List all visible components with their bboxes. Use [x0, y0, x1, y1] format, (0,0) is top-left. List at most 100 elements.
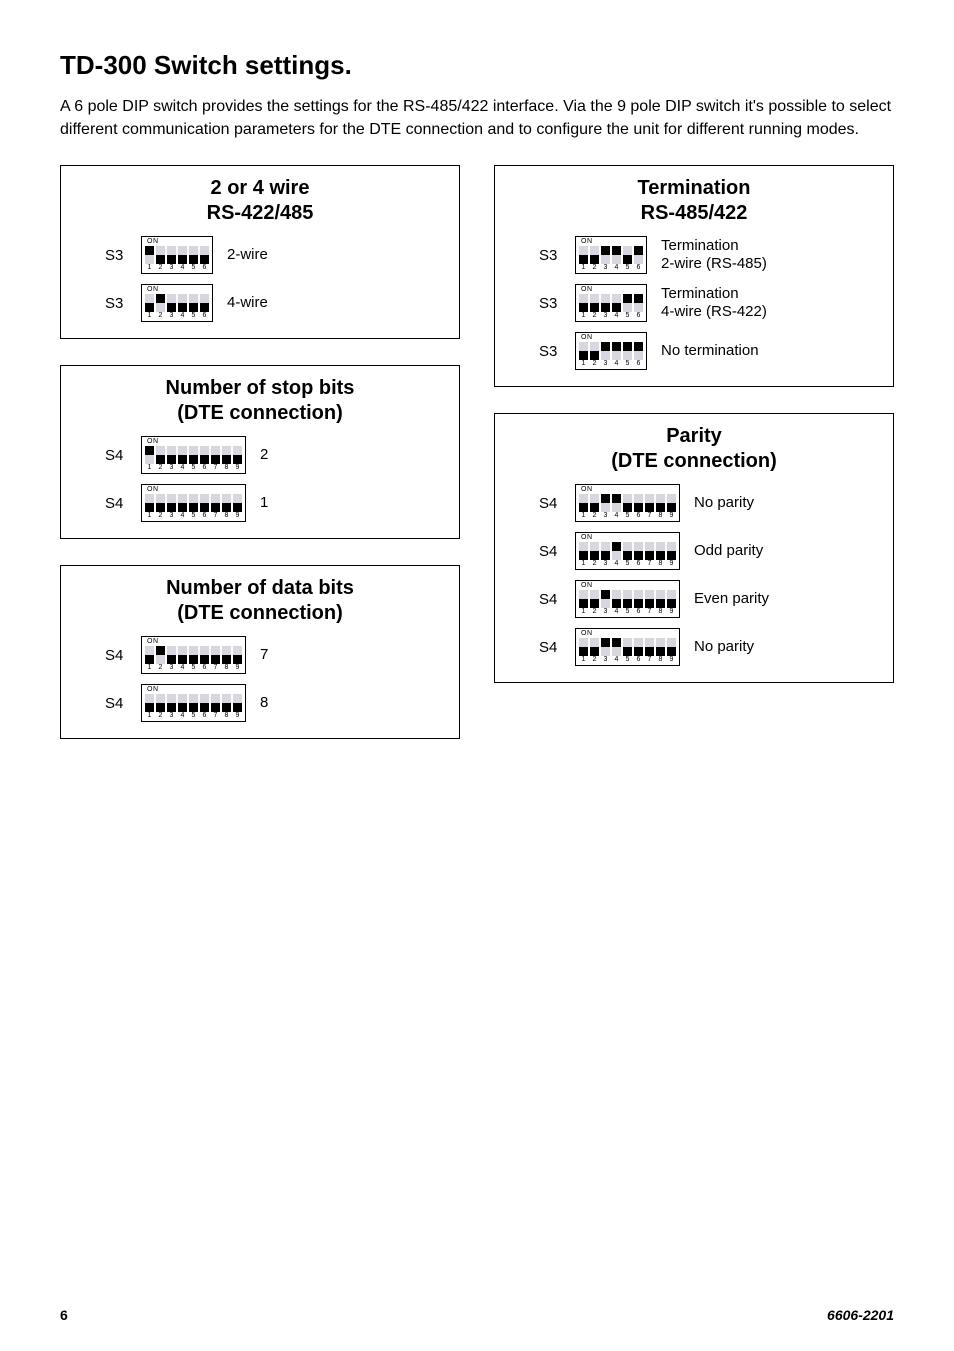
dip-number: 3: [601, 264, 610, 272]
dip-number: 7: [211, 712, 220, 720]
dip-number: 5: [623, 608, 632, 616]
dip-number: 6: [634, 264, 643, 272]
dip-knob: [189, 703, 198, 712]
panel-title: Parity (DTE connection): [509, 424, 879, 474]
panel-rows: S3ON1234562-wireS3ON1234564-wire: [75, 236, 445, 322]
dip-number: 3: [601, 312, 610, 320]
dip-number: 2: [590, 512, 599, 520]
dip-knob: [579, 503, 588, 512]
dip-knob: [222, 703, 231, 712]
dip-slot: [590, 590, 599, 608]
switch-id: S4: [539, 639, 561, 656]
dip-on-label: ON: [145, 686, 242, 694]
dip-number: 6: [634, 656, 643, 664]
setting-row: S4ON123456789Odd parity: [509, 532, 879, 570]
dip-knob: [667, 647, 676, 656]
panel-title-line1: Parity: [666, 425, 722, 447]
dip-knob: [612, 599, 621, 608]
setting-label: Termination2-wire (RS-485): [661, 237, 767, 273]
dip-knob: [145, 655, 154, 664]
dip-number: 4: [612, 656, 621, 664]
dip-knob: [623, 342, 632, 351]
setting-label: No termination: [661, 342, 759, 360]
dip-number: 3: [167, 512, 176, 520]
dip-number: 2: [590, 560, 599, 568]
setting-row: S4ON1234567891: [75, 484, 445, 522]
dip-number: 2: [156, 264, 165, 272]
dip-knob: [178, 655, 187, 664]
dip-knob: [656, 551, 665, 560]
dip-slot: [623, 294, 632, 312]
dip-slots: [145, 294, 209, 312]
dip-knob: [579, 647, 588, 656]
dip-slot: [590, 542, 599, 560]
dip-number: 2: [590, 608, 599, 616]
dip-slot: [156, 694, 165, 712]
dip-numbers: 123456789: [145, 712, 242, 720]
dip-knob: [612, 246, 621, 255]
right-column: Termination RS-485/422 S3ON123456Termina…: [494, 165, 894, 739]
dip-slot: [667, 590, 676, 608]
dip-knob: [211, 455, 220, 464]
dip-slot: [623, 342, 632, 360]
dip-slot: [601, 638, 610, 656]
dip-number: 5: [623, 264, 632, 272]
dip-number: 4: [612, 360, 621, 368]
dip-knob: [145, 246, 154, 255]
dip-number: 5: [623, 560, 632, 568]
dip-number: 9: [233, 664, 242, 672]
dip-number: 8: [656, 512, 665, 520]
dip-on-label: ON: [145, 286, 209, 294]
dip-knob: [156, 294, 165, 303]
dip-numbers: 123456: [579, 312, 643, 320]
dip-number: 1: [579, 608, 588, 616]
dip-slot: [579, 246, 588, 264]
dip-slot: [601, 590, 610, 608]
setting-label: 2: [260, 446, 268, 464]
setting-label: Termination4-wire (RS-422): [661, 285, 767, 321]
dip-slots: [145, 646, 242, 664]
panel-rows: S3ON123456Termination2-wire (RS-485)S3ON…: [509, 236, 879, 370]
dip-number: 5: [623, 512, 632, 520]
dip-knob: [590, 255, 599, 264]
dip-knob: [634, 599, 643, 608]
dip-knob: [579, 599, 588, 608]
dip-knob: [612, 342, 621, 351]
dip-knob: [623, 647, 632, 656]
dip-slot: [200, 694, 209, 712]
dip-numbers: 123456: [145, 312, 209, 320]
dip-slot: [623, 542, 632, 560]
dip-knob: [590, 303, 599, 312]
dip-slots: [145, 694, 242, 712]
dip-slot: [656, 494, 665, 512]
dip-number: 7: [645, 656, 654, 664]
dip-slot: [233, 494, 242, 512]
dip-switch: ON 123456: [141, 284, 213, 322]
setting-label: 4-wire: [227, 294, 268, 312]
dip-number: 7: [645, 512, 654, 520]
dip-slot: [189, 694, 198, 712]
dip-slot: [145, 694, 154, 712]
dip-knob: [590, 351, 599, 360]
switch-id: S4: [539, 495, 561, 512]
dip-knob: [156, 503, 165, 512]
dip-slot: [156, 246, 165, 264]
dip-number: 9: [233, 512, 242, 520]
dip-knob: [211, 503, 220, 512]
dip-slot: [178, 494, 187, 512]
dip-knob: [145, 446, 154, 455]
dip-knob: [656, 599, 665, 608]
dip-slot: [645, 542, 654, 560]
dip-numbers: 123456789: [145, 512, 242, 520]
dip-knob: [601, 303, 610, 312]
dip-knob: [167, 703, 176, 712]
dip-knob: [634, 551, 643, 560]
dip-slot: [612, 294, 621, 312]
dip-knob: [590, 503, 599, 512]
dip-slot: [645, 638, 654, 656]
dip-slots: [579, 542, 676, 560]
dip-knob: [200, 703, 209, 712]
dip-number: 4: [178, 664, 187, 672]
dip-number: 9: [233, 464, 242, 472]
dip-switch: ON123456789: [141, 484, 246, 522]
